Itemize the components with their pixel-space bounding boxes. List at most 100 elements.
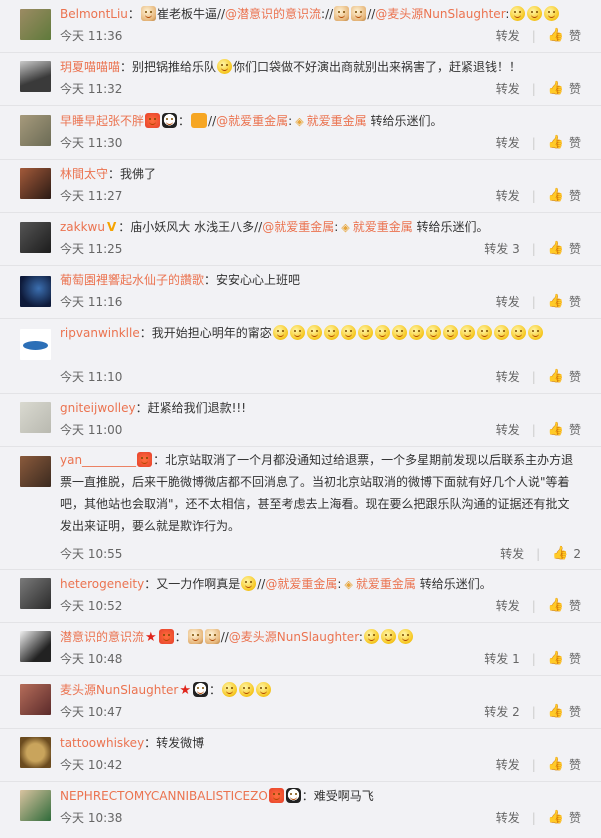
like-button[interactable]: 👍 赞 xyxy=(548,419,581,441)
like-label: 2 xyxy=(573,547,581,561)
comment-username[interactable]: 麦头源NunSlaughter xyxy=(60,683,178,697)
repost-button[interactable]: 转发 2 xyxy=(484,701,519,723)
comment-text: : xyxy=(337,577,342,591)
like-button[interactable]: 👍 赞 xyxy=(548,185,581,207)
like-button[interactable]: 👍 赞 xyxy=(548,648,581,670)
avatar[interactable] xyxy=(20,578,51,609)
comment-text: 崔老板牛逼// xyxy=(156,7,226,21)
like-button[interactable]: 👍 赞 xyxy=(548,132,581,154)
avatar[interactable] xyxy=(20,222,51,253)
like-label: 赞 xyxy=(568,758,581,772)
thumbs-up-icon: 👍 xyxy=(547,651,564,666)
repost-button[interactable]: 转发 xyxy=(496,132,520,154)
avatar[interactable] xyxy=(20,115,51,146)
emoji-icon xyxy=(397,629,413,644)
like-button[interactable]: 👍 赞 xyxy=(548,807,581,829)
comment-time: 今天 10:52 xyxy=(60,599,123,613)
avatar[interactable] xyxy=(20,61,51,92)
thumbs-up-icon: 👍 xyxy=(547,241,564,256)
mention-link[interactable]: @麦头源NunSlaughter xyxy=(375,7,505,21)
comment-text: ：安安心心上班吧 xyxy=(204,273,301,287)
like-button[interactable]: 👍 赞 xyxy=(548,701,581,723)
avatar[interactable] xyxy=(20,456,51,487)
avatar[interactable] xyxy=(20,276,51,307)
mention-link[interactable]: 就爱重金属 xyxy=(307,114,367,128)
mention-link[interactable]: 就爱重金属 xyxy=(356,577,416,591)
comment-time: 今天 11:10 xyxy=(60,370,123,384)
emoji-icon xyxy=(256,682,272,697)
repost-button[interactable]: 转发 xyxy=(496,366,520,388)
comment-text: // xyxy=(220,630,229,644)
like-button[interactable]: 👍 赞 xyxy=(548,754,581,776)
repost-button[interactable]: 转发 xyxy=(496,291,520,313)
diamond-icon: ◈ xyxy=(344,578,353,591)
like-button[interactable]: 👍 赞 xyxy=(548,291,581,313)
avatar[interactable] xyxy=(20,402,51,433)
emoji-icon xyxy=(204,629,220,644)
panda-icon xyxy=(193,682,208,697)
avatar[interactable] xyxy=(20,9,51,40)
mention-link[interactable]: @就爱重金属 xyxy=(216,114,288,128)
comment-item: gniteijwolley：赶紧给我们退款!!! 今天 11:00 转发 | 👍 赞 xyxy=(0,394,601,447)
comment-time: 今天 10:38 xyxy=(60,811,123,825)
comment-username[interactable]: 潜意识的意识流 xyxy=(60,630,144,644)
comment-username[interactable]: 葡萄園裡響起水仙子的讚歌 xyxy=(60,273,204,287)
comment-time: 今天 10:48 xyxy=(60,652,123,666)
like-button[interactable]: 👍 赞 xyxy=(548,78,581,100)
comment-text: 别把锅推给乐队 xyxy=(132,60,217,74)
panda-icon xyxy=(285,788,301,803)
like-button[interactable]: 👍 赞 xyxy=(548,25,581,47)
repost-button[interactable]: 转发 xyxy=(496,754,520,776)
comment-username[interactable]: tattoowhiskey xyxy=(60,736,144,750)
comment-username[interactable]: BelmontLiu xyxy=(60,7,128,21)
comment-username[interactable]: zakkwu xyxy=(60,220,105,234)
repost-button[interactable]: 转发 xyxy=(496,25,520,47)
avatar[interactable] xyxy=(20,631,51,662)
repost-button[interactable]: 转发 xyxy=(496,185,520,207)
like-button[interactable]: 👍 2 xyxy=(552,543,581,565)
comment-time: 今天 11:00 xyxy=(60,423,123,437)
avatar[interactable] xyxy=(20,329,51,360)
repost-button[interactable]: 转发 1 xyxy=(484,648,519,670)
comment-time: 今天 11:30 xyxy=(60,136,123,150)
mention-link[interactable]: 就爱重金属 xyxy=(353,220,413,234)
thumbs-up-icon: 👍 xyxy=(547,135,564,150)
mention-link[interactable]: @就爱重金属 xyxy=(265,577,337,591)
emoji-icon xyxy=(363,629,379,644)
diamond-icon: ◈ xyxy=(295,115,304,128)
repost-button[interactable]: 转发 xyxy=(496,78,520,100)
emoji-icon xyxy=(334,6,350,21)
thumbs-up-icon: 👍 xyxy=(547,704,564,719)
mention-link[interactable]: @潜意识的意识流 xyxy=(225,7,321,21)
comment-item: BelmontLiu： 崔老板牛逼//@潜意识的意识流:////@麦头源NunSl… xyxy=(0,0,601,53)
repost-button[interactable]: 转发 xyxy=(500,543,524,565)
comment-text: ：难受啊马飞 xyxy=(301,789,374,803)
repost-button[interactable]: 转发 xyxy=(496,595,520,617)
comment-username[interactable]: 林間太守 xyxy=(60,167,108,181)
thumbs-up-icon: 👍 xyxy=(547,598,564,613)
like-button[interactable]: 👍 赞 xyxy=(548,238,581,260)
fan-badge-icon xyxy=(137,452,153,467)
comment-username[interactable]: 玥夏喵喵喵 xyxy=(60,60,120,74)
comment-item: yan_________ ：北京站取消了一个月都没通知过给退票，一个多星期前发现以… xyxy=(0,447,601,570)
comment-username[interactable]: gniteijwolley xyxy=(60,401,136,415)
avatar[interactable] xyxy=(20,168,51,199)
thumbs-up-icon: 👍 xyxy=(547,188,564,203)
comment-username[interactable]: 早睡早起张不胖 xyxy=(60,114,144,128)
repost-button[interactable]: 转发 xyxy=(496,419,520,441)
comment-list: BelmontLiu： 崔老板牛逼//@潜意识的意识流:////@麦头源NunSl… xyxy=(0,0,601,836)
avatar[interactable] xyxy=(20,790,51,821)
like-button[interactable]: 👍 赞 xyxy=(548,366,581,388)
repost-button[interactable]: 转发 3 xyxy=(484,238,519,260)
comment-username[interactable]: ripvanwinklle xyxy=(60,326,140,340)
comment-username[interactable]: NEPHRECTOMYCANNIBALISTICEZO xyxy=(60,789,268,803)
mention-link[interactable]: @麦头源NunSlaughter xyxy=(229,630,359,644)
mention-link[interactable]: @就爱重金属 xyxy=(262,220,334,234)
comment-username[interactable]: heterogeneity xyxy=(60,577,144,591)
like-button[interactable]: 👍 赞 xyxy=(548,595,581,617)
avatar[interactable] xyxy=(20,737,51,768)
like-label: 赞 xyxy=(568,189,581,203)
comment-username[interactable]: yan_________ xyxy=(60,453,136,467)
repost-button[interactable]: 转发 xyxy=(496,807,520,829)
avatar[interactable] xyxy=(20,684,51,715)
